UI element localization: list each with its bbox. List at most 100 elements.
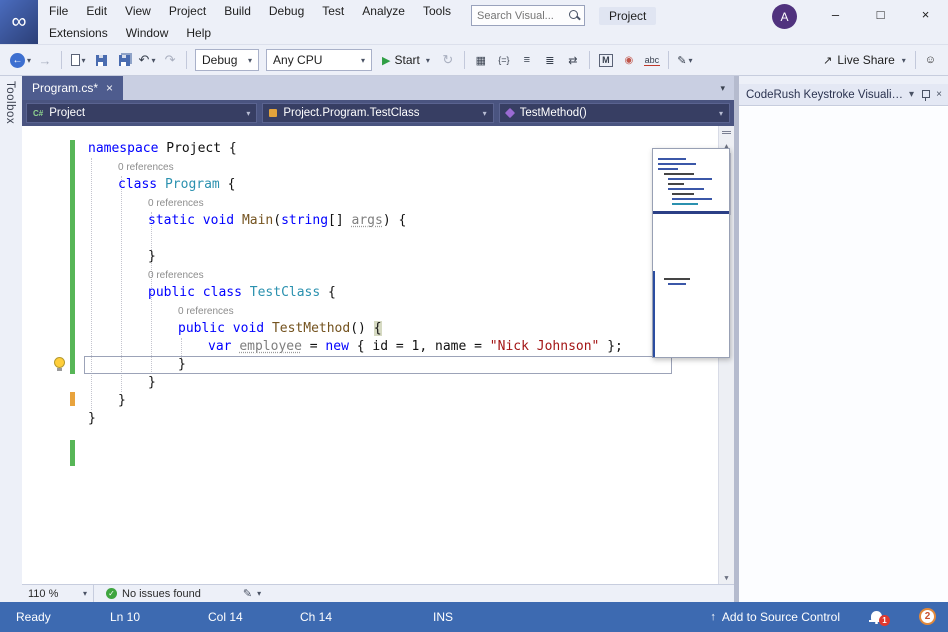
code-line[interactable]: static void Main(string[] args) { bbox=[22, 212, 734, 230]
spell-checker-button[interactable]: abc bbox=[641, 48, 663, 72]
member-list-button[interactable]: ≣ bbox=[539, 48, 561, 72]
new-file-button[interactable]: ▾ bbox=[67, 48, 89, 72]
code-line[interactable]: public void TestMethod() { bbox=[22, 320, 734, 338]
code-line[interactable]: } bbox=[22, 356, 734, 374]
toolbox-tab[interactable]: Toolbox bbox=[4, 81, 16, 124]
minimize-button[interactable]: – bbox=[813, 0, 858, 28]
menu-item[interactable]: Build bbox=[215, 1, 260, 21]
add-to-source-control-button[interactable]: ↑ Add to Source Control bbox=[710, 610, 840, 624]
navigate-back-button[interactable]: ← ▾ bbox=[8, 48, 33, 72]
chevron-down-icon[interactable]: ▾ bbox=[902, 56, 906, 65]
code-line[interactable]: namespace Project { bbox=[22, 140, 734, 158]
code-line[interactable]: public class TestClass { bbox=[22, 284, 734, 302]
menu-item[interactable]: View bbox=[116, 1, 160, 21]
code-line[interactable]: } bbox=[22, 248, 734, 266]
save-button[interactable] bbox=[90, 48, 112, 72]
code-line[interactable]: } bbox=[22, 392, 734, 410]
minimap-line bbox=[658, 158, 686, 160]
code-line[interactable]: } bbox=[22, 374, 734, 392]
status-insert-mode[interactable]: INS bbox=[433, 610, 453, 624]
close-panel-icon[interactable]: × bbox=[936, 89, 942, 100]
codelens-line[interactable]: 0 references bbox=[22, 266, 734, 284]
redo-button[interactable]: ↷ bbox=[159, 48, 181, 72]
maximize-button[interactable]: □ bbox=[858, 0, 903, 28]
solution-platform-dropdown[interactable]: Any CPU ▾ bbox=[266, 49, 372, 71]
minimap-preview[interactable] bbox=[652, 148, 730, 358]
coderush-panel: CodeRush Keystroke Visuali… ▾ × bbox=[739, 76, 948, 602]
start-debugging-button[interactable]: ▶ Start ▾ bbox=[376, 48, 436, 72]
close-tab-icon[interactable]: × bbox=[106, 81, 113, 95]
menu-item[interactable]: Analyze bbox=[353, 1, 414, 21]
hot-reload-button[interactable]: ↻ bbox=[437, 48, 459, 72]
window-title: Project bbox=[599, 7, 656, 25]
chevron-down-icon[interactable]: ▾ bbox=[688, 56, 692, 65]
status-line-number[interactable]: Ln 10 bbox=[110, 610, 140, 624]
code-line[interactable]: class Program { bbox=[22, 176, 734, 194]
code-line[interactable]: } bbox=[22, 410, 734, 428]
feedback-badge[interactable]: 2 bbox=[919, 608, 936, 625]
back-arrow-icon: ← bbox=[10, 53, 25, 68]
spellcheck-icon: abc bbox=[644, 55, 661, 66]
vs-logo-icon[interactable]: ∞ bbox=[0, 0, 38, 44]
menu-item[interactable]: File bbox=[40, 1, 77, 21]
menu-item[interactable]: Tools bbox=[414, 1, 460, 21]
type-dropdown[interactable]: Project.Program.TestClass ▾ bbox=[262, 103, 493, 123]
code-line[interactable] bbox=[22, 230, 734, 248]
code-line[interactable]: var employee = new { id = 1, name = "Nic… bbox=[22, 338, 734, 356]
pin-icon[interactable] bbox=[920, 89, 930, 101]
split-editor-handle[interactable] bbox=[719, 126, 734, 139]
solution-configuration-dropdown[interactable]: Debug ▾ bbox=[195, 49, 259, 71]
tab-program-cs[interactable]: Program.cs* × bbox=[22, 76, 123, 100]
menu-item[interactable]: Help bbox=[177, 23, 220, 43]
window-position-chevron-icon[interactable]: ▾ bbox=[909, 89, 914, 100]
account-avatar[interactable]: A bbox=[772, 4, 797, 29]
menu-item[interactable]: Extensions bbox=[40, 23, 117, 43]
line-list-button[interactable]: ≡ bbox=[516, 48, 538, 72]
panel-header[interactable]: CodeRush Keystroke Visuali… ▾ × bbox=[739, 84, 948, 106]
save-all-button[interactable] bbox=[113, 48, 135, 72]
scroll-down-icon[interactable]: ▼ bbox=[719, 571, 734, 584]
code-editor[interactable]: namespace Project {0 referencesclass Pro… bbox=[22, 126, 734, 584]
document-list-chevron-icon[interactable]: ▾ bbox=[720, 83, 725, 94]
menu-item[interactable]: Test bbox=[313, 1, 353, 21]
code-cleanup-button[interactable]: ✎ ▾ bbox=[243, 587, 261, 600]
chevron-down-icon[interactable]: ▾ bbox=[27, 56, 31, 65]
chevron-down-icon[interactable]: ▾ bbox=[151, 56, 155, 65]
undo-icon: ↶ bbox=[139, 52, 150, 68]
method-icon bbox=[505, 108, 515, 118]
find-in-files-button[interactable]: ▦ bbox=[470, 48, 492, 72]
search-input[interactable] bbox=[472, 10, 568, 22]
feedback-icon[interactable]: ☺ bbox=[925, 54, 936, 66]
chevron-down-icon[interactable]: ▾ bbox=[257, 589, 261, 598]
zoom-dropdown[interactable]: 110 % ▾ bbox=[22, 585, 94, 602]
code-lines: namespace Project {0 referencesclass Pro… bbox=[22, 126, 734, 428]
markdown-editor-button[interactable]: M bbox=[595, 48, 617, 72]
menu-item[interactable]: Window bbox=[117, 23, 178, 43]
undo-button[interactable]: ↶ ▾ bbox=[136, 48, 158, 72]
sync-view-button[interactable]: ⇄ bbox=[562, 48, 584, 72]
menu-item[interactable]: Project bbox=[160, 1, 215, 21]
chevron-down-icon[interactable]: ▾ bbox=[82, 56, 86, 65]
search-icon[interactable] bbox=[568, 9, 581, 22]
close-button[interactable]: × bbox=[903, 0, 948, 28]
code-places-button[interactable]: ◉ bbox=[618, 48, 640, 72]
status-column-number[interactable]: Col 14 bbox=[208, 610, 243, 624]
chevron-down-icon: ▾ bbox=[483, 109, 487, 118]
quick-search-box[interactable] bbox=[471, 5, 585, 26]
project-dropdown[interactable]: C# Project ▾ bbox=[26, 103, 257, 123]
codelens-line[interactable]: 0 references bbox=[22, 302, 734, 320]
codelens-line[interactable]: 0 references bbox=[22, 158, 734, 176]
document-health-indicator[interactable]: ✓ No issues found bbox=[106, 588, 201, 600]
menu-item[interactable]: Edit bbox=[77, 1, 116, 21]
quick-actions-button[interactable]: {=} bbox=[493, 48, 515, 72]
code-annotate-button[interactable]: ✎ ▾ bbox=[674, 48, 696, 72]
menu-item[interactable]: Debug bbox=[260, 1, 313, 21]
codelens-line[interactable]: 0 references bbox=[22, 194, 734, 212]
minimap-line bbox=[658, 163, 696, 165]
live-share-button[interactable]: Live Share bbox=[837, 53, 894, 67]
member-dropdown[interactable]: TestMethod() ▾ bbox=[499, 103, 730, 123]
status-character-number[interactable]: Ch 14 bbox=[300, 610, 332, 624]
navigate-forward-button[interactable]: → bbox=[34, 48, 56, 72]
toolbar-separator bbox=[61, 51, 62, 69]
chevron-down-icon[interactable]: ▾ bbox=[426, 56, 430, 65]
